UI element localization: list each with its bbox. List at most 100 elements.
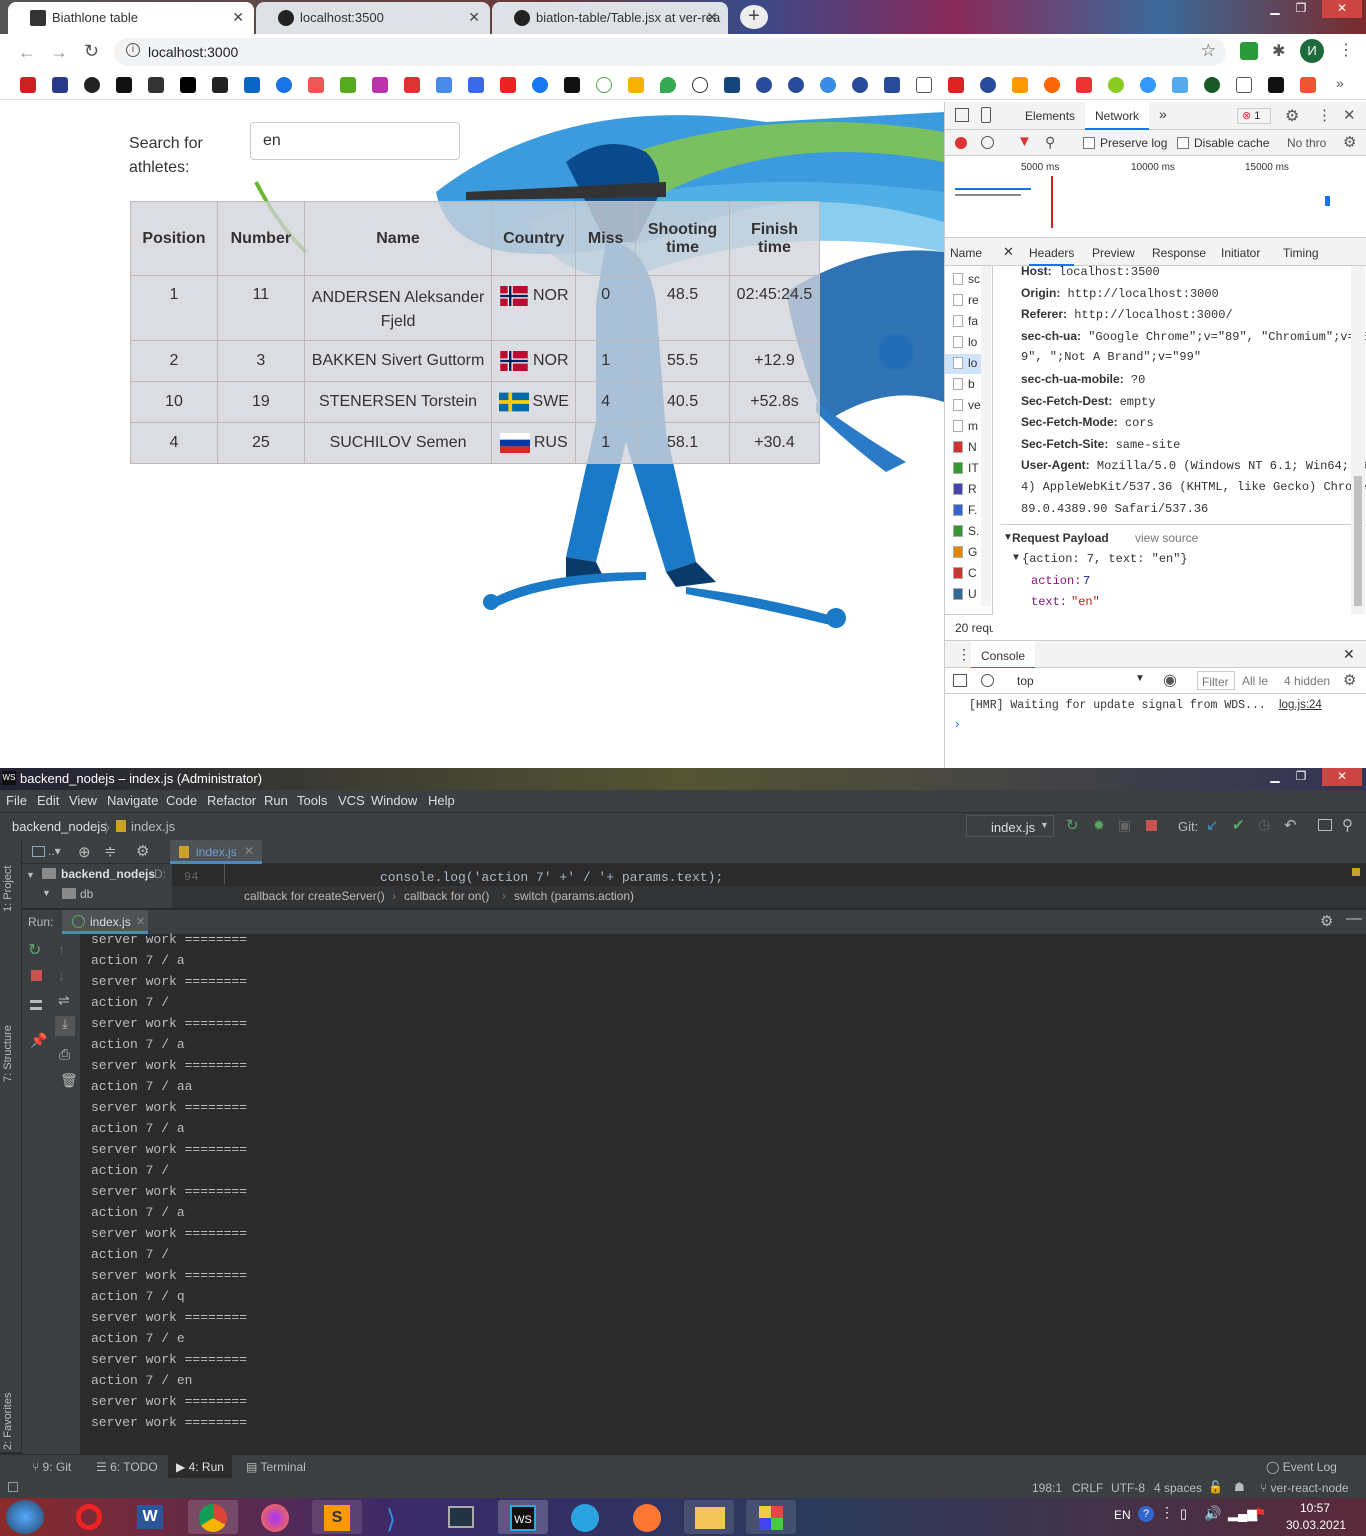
kebab-icon[interactable]: ⋮: [1317, 106, 1332, 124]
locate-icon[interactable]: ⊕: [78, 843, 91, 861]
menu-window[interactable]: Window: [371, 793, 417, 808]
git-branch[interactable]: ⑂ ver-react-node: [1260, 1481, 1349, 1495]
col-number[interactable]: Number: [216, 201, 305, 276]
run-console-output[interactable]: server work ======== action 7 / a server w…: [80, 932, 1360, 1454]
gear-icon[interactable]: ⚙: [1320, 912, 1333, 930]
maximize-button[interactable]: ❐: [1288, 768, 1314, 786]
bookmark-icon[interactable]: [692, 77, 708, 93]
bookmark-icon[interactable]: [564, 77, 580, 93]
bookmark-icon[interactable]: [820, 77, 836, 93]
table-row[interactable]: 1 11 ANDERSEN Aleksander Fjeld NOR 0 48.…: [130, 275, 821, 341]
bookmark-icon[interactable]: [180, 77, 196, 93]
warning-marker[interactable]: [1352, 868, 1360, 876]
bookmark-icon[interactable]: [884, 77, 900, 93]
explorer-taskbar-icon[interactable]: [684, 1500, 734, 1534]
tab-github[interactable]: biatlon-table/Table.jsx at ver-rea ✕: [492, 2, 728, 34]
battery-icon[interactable]: ▯: [1180, 1506, 1187, 1522]
log-levels-select[interactable]: All le: [1242, 674, 1268, 688]
console-settings-icon[interactable]: ⚙: [1343, 671, 1356, 689]
col-miss[interactable]: Miss: [575, 201, 637, 276]
bookmark-icon[interactable]: [852, 77, 868, 93]
tab-timing[interactable]: Timing: [1283, 246, 1319, 260]
scroll-to-end-icon[interactable]: ⤓: [55, 1016, 75, 1036]
preserve-log-checkbox[interactable]: [1083, 137, 1095, 149]
omnibox[interactable]: i localhost:3000 ☆: [114, 38, 1226, 66]
drive-icon[interactable]: [628, 77, 644, 93]
minimize-button[interactable]: ▁: [1262, 0, 1288, 18]
bookmark-icon[interactable]: [276, 77, 292, 93]
col-finish-time[interactable]: Finish time: [728, 201, 821, 276]
crumb[interactable]: callback for on(): [404, 889, 489, 903]
editor-taskbar-icon[interactable]: [622, 1500, 672, 1534]
crumb[interactable]: switch (params.action): [514, 889, 634, 903]
coverage-icon[interactable]: ▣: [1118, 817, 1131, 834]
telegram-taskbar-icon[interactable]: [560, 1500, 610, 1534]
error-badge[interactable]: ⊗ 1: [1237, 108, 1271, 124]
close-icon[interactable]: ✕: [244, 844, 254, 858]
new-tab-button[interactable]: +: [740, 5, 768, 29]
console-source-link[interactable]: log.js:24: [1279, 699, 1322, 711]
start-button[interactable]: [6, 1500, 44, 1534]
close-window-button[interactable]: ✕: [1322, 768, 1362, 786]
bookmark-icon[interactable]: [788, 77, 804, 93]
col-position[interactable]: Position: [130, 201, 218, 276]
opera-taskbar-icon[interactable]: [64, 1500, 114, 1534]
lock-icon[interactable]: 🔓: [1208, 1480, 1223, 1494]
project-root[interactable]: backend_nodejs: [61, 867, 155, 881]
more-tabs-icon[interactable]: »: [1159, 106, 1167, 122]
git-commit-icon[interactable]: ✔: [1232, 816, 1245, 834]
context-select[interactable]: top: [1009, 670, 1149, 690]
payload-title[interactable]: Request Payload: [1012, 531, 1109, 545]
hide-icon[interactable]: —: [1346, 910, 1362, 928]
bookmark-icon[interactable]: [948, 77, 964, 93]
inspect-icon[interactable]: [955, 108, 969, 122]
soft-wrap-icon[interactable]: ⇌: [58, 992, 70, 1009]
stop-icon[interactable]: [31, 970, 42, 981]
menu-navigate[interactable]: Navigate: [107, 793, 158, 808]
tab-initiator[interactable]: Initiator: [1221, 246, 1260, 260]
close-icon[interactable]: ✕: [706, 9, 718, 26]
vscode-taskbar-icon[interactable]: ⟩: [374, 1500, 424, 1534]
close-icon[interactable]: ✕: [232, 9, 244, 26]
layout-icon[interactable]: [30, 1000, 42, 1010]
menu-view[interactable]: View: [69, 793, 97, 808]
menu-icon[interactable]: ⋮: [1338, 40, 1354, 60]
app-taskbar-icon[interactable]: [746, 1500, 796, 1534]
search-icon[interactable]: ⚲: [1342, 816, 1353, 834]
bookmark-icon[interactable]: [916, 77, 932, 93]
down-arrow-icon[interactable]: ↓: [58, 968, 65, 983]
tool-tab-run[interactable]: ▶ 4: Run: [168, 1455, 232, 1479]
tray-icons[interactable]: ⋮: [1160, 1504, 1174, 1521]
tab-network[interactable]: Network: [1085, 102, 1150, 130]
encoding[interactable]: UTF-8: [1111, 1481, 1145, 1495]
gmail-icon[interactable]: [404, 77, 420, 93]
minimize-button[interactable]: ▁: [1262, 768, 1288, 786]
maps-icon[interactable]: [660, 77, 676, 93]
github-icon[interactable]: [84, 77, 100, 93]
network-icon[interactable]: ▂▄▆: [1228, 1506, 1257, 1522]
up-arrow-icon[interactable]: ↑: [58, 942, 65, 957]
col-country[interactable]: Country: [491, 201, 577, 276]
back-icon[interactable]: ←: [18, 42, 36, 63]
console-prompt-icon[interactable]: ›: [955, 716, 959, 731]
help-icon[interactable]: ?: [1138, 1506, 1154, 1522]
word-taskbar-icon[interactable]: W: [126, 1500, 176, 1534]
expand-icon[interactable]: ▼: [42, 888, 51, 898]
folder-db[interactable]: db: [80, 887, 93, 901]
network-settings-icon[interactable]: ⚙: [1343, 133, 1356, 151]
tab-preview[interactable]: Preview: [1092, 246, 1135, 260]
bookmark-icon[interactable]: [1044, 77, 1060, 93]
breadcrumb-project[interactable]: backend_nodejs: [12, 819, 107, 834]
rerun-icon[interactable]: ↻: [28, 940, 41, 960]
bookmark-icon[interactable]: [468, 77, 484, 93]
history-icon[interactable]: ◷: [1258, 816, 1270, 833]
menu-help[interactable]: Help: [428, 793, 455, 808]
layout-icon[interactable]: [1318, 819, 1332, 831]
layout-icon[interactable]: [8, 1482, 18, 1492]
col-shooting-time[interactable]: Shooting time: [635, 201, 730, 276]
table-row[interactable]: 10 19 STENERSEN Torstein SWE 4 40.5 +52.…: [130, 381, 821, 423]
pin-icon[interactable]: 📌: [30, 1032, 47, 1049]
close-icon[interactable]: ✕: [1343, 106, 1356, 124]
view-source-link[interactable]: view source: [1135, 531, 1198, 545]
bookmark-icon[interactable]: [1204, 77, 1220, 93]
